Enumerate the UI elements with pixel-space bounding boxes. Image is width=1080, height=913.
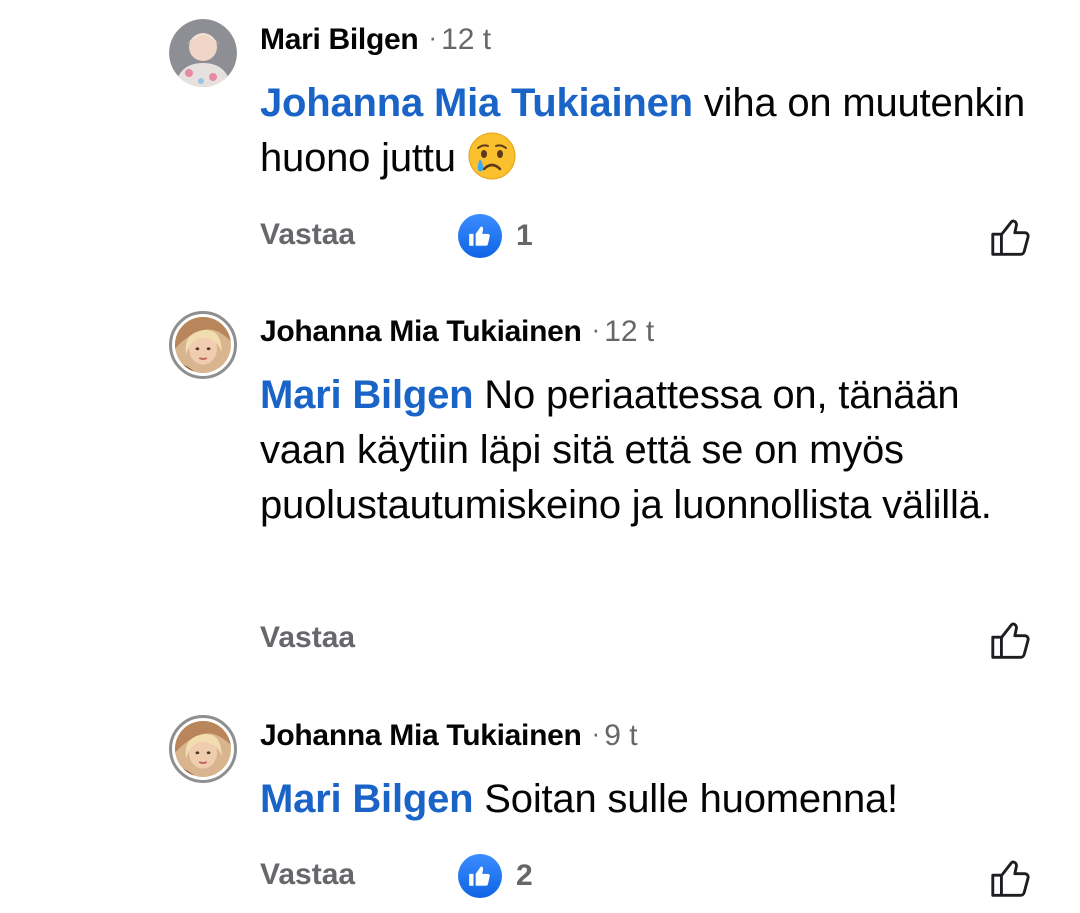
thumbs-up-outline-icon[interactable] (988, 214, 1034, 260)
mention-link[interactable]: Johanna Mia Tukiainen (260, 81, 693, 125)
thumbs-up-outline-icon[interactable] (988, 855, 1034, 901)
avatar[interactable] (169, 19, 237, 87)
comment-header: Johanna Mia Tukiainen · 12 t (260, 312, 654, 352)
comment-text: Mari Bilgen Soitan sulle huomenna! (260, 772, 1050, 827)
reaction-count: 1 (516, 219, 533, 252)
avatar-photo (169, 19, 237, 87)
separator-dot: · (591, 718, 601, 748)
comment-header: Johanna Mia Tukiainen · 9 t (260, 716, 638, 756)
avatar[interactable] (169, 715, 237, 783)
separator-dot: · (428, 22, 438, 52)
reaction-summary[interactable]: 2 (458, 854, 533, 898)
comment-time[interactable]: 9 t (604, 719, 637, 752)
comment-author[interactable]: Johanna Mia Tukiainen (260, 719, 582, 752)
mention-link[interactable]: Mari Bilgen (260, 373, 474, 417)
comment-header: Mari Bilgen · 12 t (260, 20, 491, 60)
avatar-photo (175, 317, 231, 373)
thumbs-up-outline-icon[interactable] (988, 617, 1034, 663)
comment-time[interactable]: 12 t (604, 315, 654, 348)
comment-author[interactable]: Mari Bilgen (260, 23, 419, 56)
mention-link[interactable]: Mari Bilgen (260, 777, 474, 821)
reaction-count: 2 (516, 859, 533, 892)
crying-face-emoji (467, 131, 517, 181)
reply-button[interactable]: Vastaa (260, 618, 355, 658)
comment-text: Mari Bilgen No periaattessa on, tänään v… (260, 368, 1050, 533)
like-reaction-icon (458, 854, 502, 898)
comment-author[interactable]: Johanna Mia Tukiainen (260, 315, 582, 348)
reply-button[interactable]: Vastaa (260, 855, 355, 895)
comment-time[interactable]: 12 t (441, 23, 491, 56)
separator-dot: · (591, 314, 601, 344)
avatar[interactable] (169, 311, 237, 379)
comment-text: Johanna Mia Tukiainen viha on muutenkin … (260, 76, 1050, 186)
like-reaction-icon (458, 214, 502, 258)
reply-button[interactable]: Vastaa (260, 215, 355, 255)
avatar-photo (175, 721, 231, 777)
reaction-summary[interactable]: 1 (458, 214, 533, 258)
comment-body-text: Soitan sulle huomenna! (473, 777, 898, 821)
